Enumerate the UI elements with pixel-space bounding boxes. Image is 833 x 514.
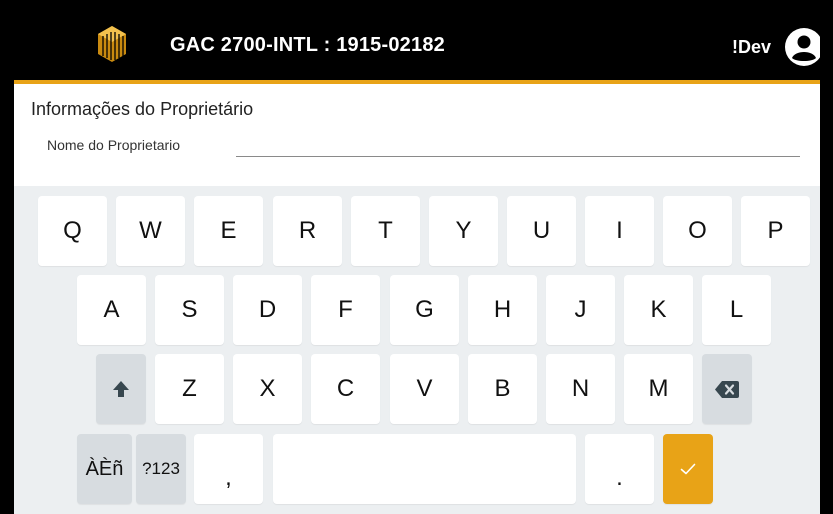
backspace-key[interactable] [702, 354, 752, 424]
key-n[interactable]: N [546, 354, 615, 424]
user-label[interactable]: !Dev [732, 37, 771, 58]
key-y[interactable]: Y [429, 196, 498, 266]
key-z[interactable]: Z [155, 354, 224, 424]
gac-logo-icon [98, 26, 126, 62]
space-key[interactable] [273, 434, 576, 504]
key-u[interactable]: U [507, 196, 576, 266]
key-s[interactable]: S [155, 275, 224, 345]
shift-arrow-icon [113, 381, 129, 397]
checkmark-icon [680, 463, 696, 475]
owner-name-input[interactable] [236, 128, 800, 157]
key-q[interactable]: Q [38, 196, 107, 266]
device-title: GAC 2700-INTL : 1915-02182 [170, 34, 445, 56]
key-b[interactable]: B [468, 354, 537, 424]
accents-key[interactable]: ÀÈñ [77, 434, 132, 504]
key-p[interactable]: P [741, 196, 810, 266]
shift-key[interactable] [96, 354, 146, 424]
app-frame: GAC 2700-INTL : 1915-02182 !Dev Informaç… [14, 0, 820, 514]
numeric-mode-key[interactable]: ?123 [136, 434, 186, 504]
key-f[interactable]: F [311, 275, 380, 345]
key-e[interactable]: E [194, 196, 263, 266]
key-g[interactable]: G [390, 275, 459, 345]
owner-name-label: Nome do Proprietario [47, 137, 181, 153]
key-j[interactable]: J [546, 275, 615, 345]
key-v[interactable]: V [390, 354, 459, 424]
header-accent-line [14, 80, 820, 84]
key-w[interactable]: W [116, 196, 185, 266]
key-k[interactable]: K [624, 275, 693, 345]
top-bar: GAC 2700-INTL : 1915-02182 !Dev [14, 0, 820, 80]
key-c[interactable]: C [311, 354, 380, 424]
enter-key[interactable] [663, 434, 713, 504]
key-m[interactable]: M [624, 354, 693, 424]
section-title: Informações do Proprietário [31, 99, 254, 119]
key-h[interactable]: H [468, 275, 537, 345]
key-r[interactable]: R [273, 196, 342, 266]
key-i[interactable]: I [585, 196, 654, 266]
backspace-icon [715, 380, 739, 398]
key-a[interactable]: A [77, 275, 146, 345]
key-x[interactable]: X [233, 354, 302, 424]
period-key[interactable]: . [585, 434, 654, 504]
key-d[interactable]: D [233, 275, 302, 345]
comma-key[interactable]: , [194, 434, 263, 504]
on-screen-keyboard: Q W E R T Y U I O P A S D F G H J K L Z … [14, 186, 820, 514]
key-o[interactable]: O [663, 196, 732, 266]
key-t[interactable]: T [351, 196, 420, 266]
key-l[interactable]: L [702, 275, 771, 345]
account-circle-icon[interactable] [784, 27, 820, 67]
